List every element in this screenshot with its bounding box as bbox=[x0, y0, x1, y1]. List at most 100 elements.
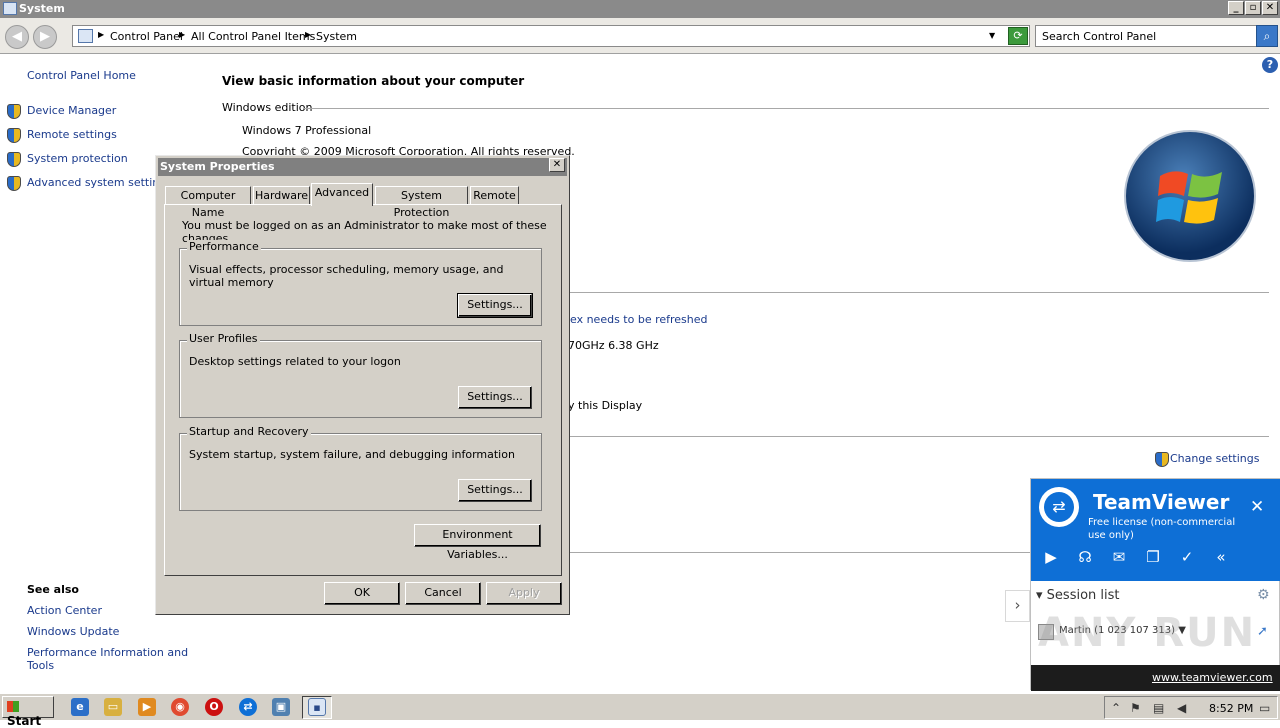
minimize-button[interactable]: _ bbox=[1228, 1, 1244, 15]
shield-icon bbox=[7, 128, 21, 143]
tab-remote[interactable]: Remote bbox=[470, 186, 519, 205]
chat-icon[interactable]: ✉ bbox=[1108, 548, 1130, 566]
tab-hardware[interactable]: Hardware bbox=[253, 186, 310, 205]
media-player-icon[interactable]: ▶ bbox=[138, 698, 156, 716]
chevron-right-icon[interactable]: › bbox=[1005, 590, 1030, 622]
cancel-button[interactable]: Cancel bbox=[405, 582, 481, 605]
change-settings-link[interactable]: Change settings bbox=[1170, 452, 1259, 465]
network-icon[interactable]: ▤ bbox=[1153, 701, 1164, 715]
show-desktop-icon[interactable]: ▭ bbox=[1259, 701, 1270, 715]
gear-icon[interactable]: ⚙ bbox=[1257, 587, 1270, 603]
teamviewer-panel: ⇄ TeamViewer Free license (non-commercia… bbox=[1030, 478, 1280, 691]
processor-value: 70GHz 6.38 GHz bbox=[568, 339, 659, 352]
address-field[interactable]: ▶ Control Panel ▶ All Control Panel Item… bbox=[72, 25, 1030, 47]
clock[interactable]: 8:52 PM bbox=[1209, 702, 1253, 715]
start-button[interactable]: Start bbox=[2, 696, 54, 728]
edition-value: Windows 7 Professional bbox=[242, 124, 372, 137]
window-title: System bbox=[19, 2, 65, 15]
user-profiles-desc: Desktop settings related to your logon bbox=[189, 355, 401, 368]
user-profiles-group: User Profiles Desktop settings related t… bbox=[179, 332, 542, 418]
startup-recovery-desc: System startup, system failure, and debu… bbox=[189, 448, 515, 461]
see-also-windows-update[interactable]: Windows Update bbox=[27, 625, 119, 638]
close-button[interactable]: ✕ bbox=[1262, 1, 1278, 15]
close-icon[interactable]: ✕ bbox=[1250, 497, 1264, 517]
performance-settings-button[interactable]: Settings... bbox=[457, 293, 533, 318]
tab-panel-advanced: You must be logged on as an Administrato… bbox=[164, 204, 562, 576]
opera-icon[interactable]: O bbox=[205, 698, 223, 716]
search-icon[interactable]: ⌕ bbox=[1256, 25, 1278, 47]
startup-recovery-settings-button[interactable]: Settings... bbox=[458, 479, 532, 502]
flag-icon[interactable]: ⚑ bbox=[1130, 701, 1141, 715]
startup-recovery-title: Startup and Recovery bbox=[187, 425, 311, 438]
search-input[interactable]: Search Control Panel bbox=[1035, 25, 1257, 47]
section-divider bbox=[570, 436, 1269, 437]
windows-logo bbox=[1124, 130, 1256, 262]
control-panel-home-link[interactable]: Control Panel Home bbox=[27, 69, 136, 82]
chevron-right-icon[interactable]: ▶ bbox=[305, 30, 311, 39]
sidebar-item-advanced-settings[interactable]: Advanced system settings bbox=[27, 176, 172, 189]
remote-desktop-icon[interactable]: ▣ bbox=[272, 698, 290, 716]
page-title: View basic information about your comput… bbox=[222, 74, 525, 88]
dialog-close-button[interactable]: ✕ bbox=[549, 158, 565, 172]
teamviewer-icon[interactable]: ⇄ bbox=[239, 698, 257, 716]
apply-button[interactable]: Apply bbox=[486, 582, 562, 605]
shield-icon bbox=[1155, 452, 1169, 467]
user-profiles-settings-button[interactable]: Settings... bbox=[458, 386, 532, 409]
startup-recovery-group: Startup and Recovery System startup, sys… bbox=[179, 425, 542, 511]
teamviewer-link[interactable]: www.teamviewer.com bbox=[1152, 671, 1273, 684]
shield-icon bbox=[7, 176, 21, 191]
teamviewer-license: Free license (non-commercial use only) bbox=[1088, 517, 1236, 541]
performance-desc: Visual effects, processor scheduling, me… bbox=[189, 263, 504, 289]
chevron-right-icon[interactable]: ▶ bbox=[179, 30, 185, 39]
section-divider bbox=[570, 552, 1030, 553]
rating-refresh-link[interactable]: ex needs to be refreshed bbox=[570, 313, 708, 326]
back-button[interactable]: ◀ bbox=[5, 25, 29, 49]
breadcrumb-all-items[interactable]: All Control Panel Items bbox=[191, 30, 315, 43]
collapse-icon[interactable]: « bbox=[1210, 548, 1232, 566]
sidebar-item-remote-settings[interactable]: Remote settings bbox=[27, 128, 117, 141]
cursor-icon[interactable]: ➚ bbox=[1257, 624, 1268, 639]
shield-icon bbox=[7, 152, 21, 167]
internet-explorer-icon[interactable]: e bbox=[71, 698, 89, 716]
teamviewer-footer: www.teamviewer.com bbox=[1031, 665, 1280, 691]
see-also-performance-info[interactable]: Performance Information and bbox=[27, 646, 188, 659]
video-icon[interactable]: ▶ bbox=[1040, 548, 1062, 566]
forward-button[interactable]: ▶ bbox=[33, 25, 57, 49]
files-icon[interactable]: ❐ bbox=[1142, 548, 1164, 566]
address-bar: ◀ ▶ ▶ Control Panel ▶ All Control Panel … bbox=[0, 18, 1280, 54]
windows-logo-icon bbox=[7, 701, 19, 712]
see-also-action-center[interactable]: Action Center bbox=[27, 604, 102, 617]
chevron-down-icon[interactable]: ▼ bbox=[989, 31, 995, 40]
breadcrumb-system[interactable]: System bbox=[316, 30, 357, 43]
tab-computer-name[interactable]: Computer Name bbox=[165, 186, 251, 219]
sidebar-item-system-protection[interactable]: System protection bbox=[27, 152, 128, 165]
breadcrumb-control-panel[interactable]: Control Panel bbox=[110, 30, 183, 43]
chevron-right-icon[interactable]: ▶ bbox=[98, 30, 104, 39]
folder-icon[interactable]: ▭ bbox=[104, 698, 122, 716]
tab-advanced[interactable]: Advanced bbox=[311, 183, 373, 206]
session-list-title[interactable]: ▾ Session list bbox=[1036, 588, 1120, 603]
chevron-up-icon[interactable]: ⌃ bbox=[1111, 701, 1121, 715]
help-icon[interactable]: ? bbox=[1262, 57, 1278, 73]
performance-title: Performance bbox=[187, 240, 261, 253]
see-also-tools[interactable]: Tools bbox=[27, 659, 54, 672]
anyrun-watermark: ANY RUN bbox=[1038, 610, 1257, 656]
ok-button[interactable]: OK bbox=[324, 582, 400, 605]
sidebar-item-device-manager[interactable]: Device Manager bbox=[27, 104, 116, 117]
maximize-button[interactable]: ▫ bbox=[1245, 1, 1261, 15]
user-profiles-title: User Profiles bbox=[187, 332, 260, 345]
system-window-button[interactable]: ▪ bbox=[302, 696, 332, 719]
start-label: Start bbox=[7, 714, 42, 728]
shield-icon bbox=[7, 104, 21, 119]
system-icon bbox=[3, 2, 17, 15]
headset-icon[interactable]: ☊ bbox=[1074, 548, 1096, 566]
pen-touch-value: y this Display bbox=[568, 399, 643, 412]
chrome-icon[interactable]: ◉ bbox=[171, 698, 189, 716]
environment-variables-button[interactable]: Environment Variables... bbox=[414, 524, 541, 561]
system-icon: ▪ bbox=[308, 698, 326, 716]
refresh-button[interactable]: ⟳ bbox=[1008, 27, 1028, 45]
tools-icon[interactable]: ✓ bbox=[1176, 548, 1198, 566]
dialog-title: System Properties bbox=[160, 160, 275, 173]
tab-system-protection[interactable]: System Protection bbox=[375, 186, 468, 219]
volume-icon[interactable]: ◀ bbox=[1177, 701, 1186, 715]
